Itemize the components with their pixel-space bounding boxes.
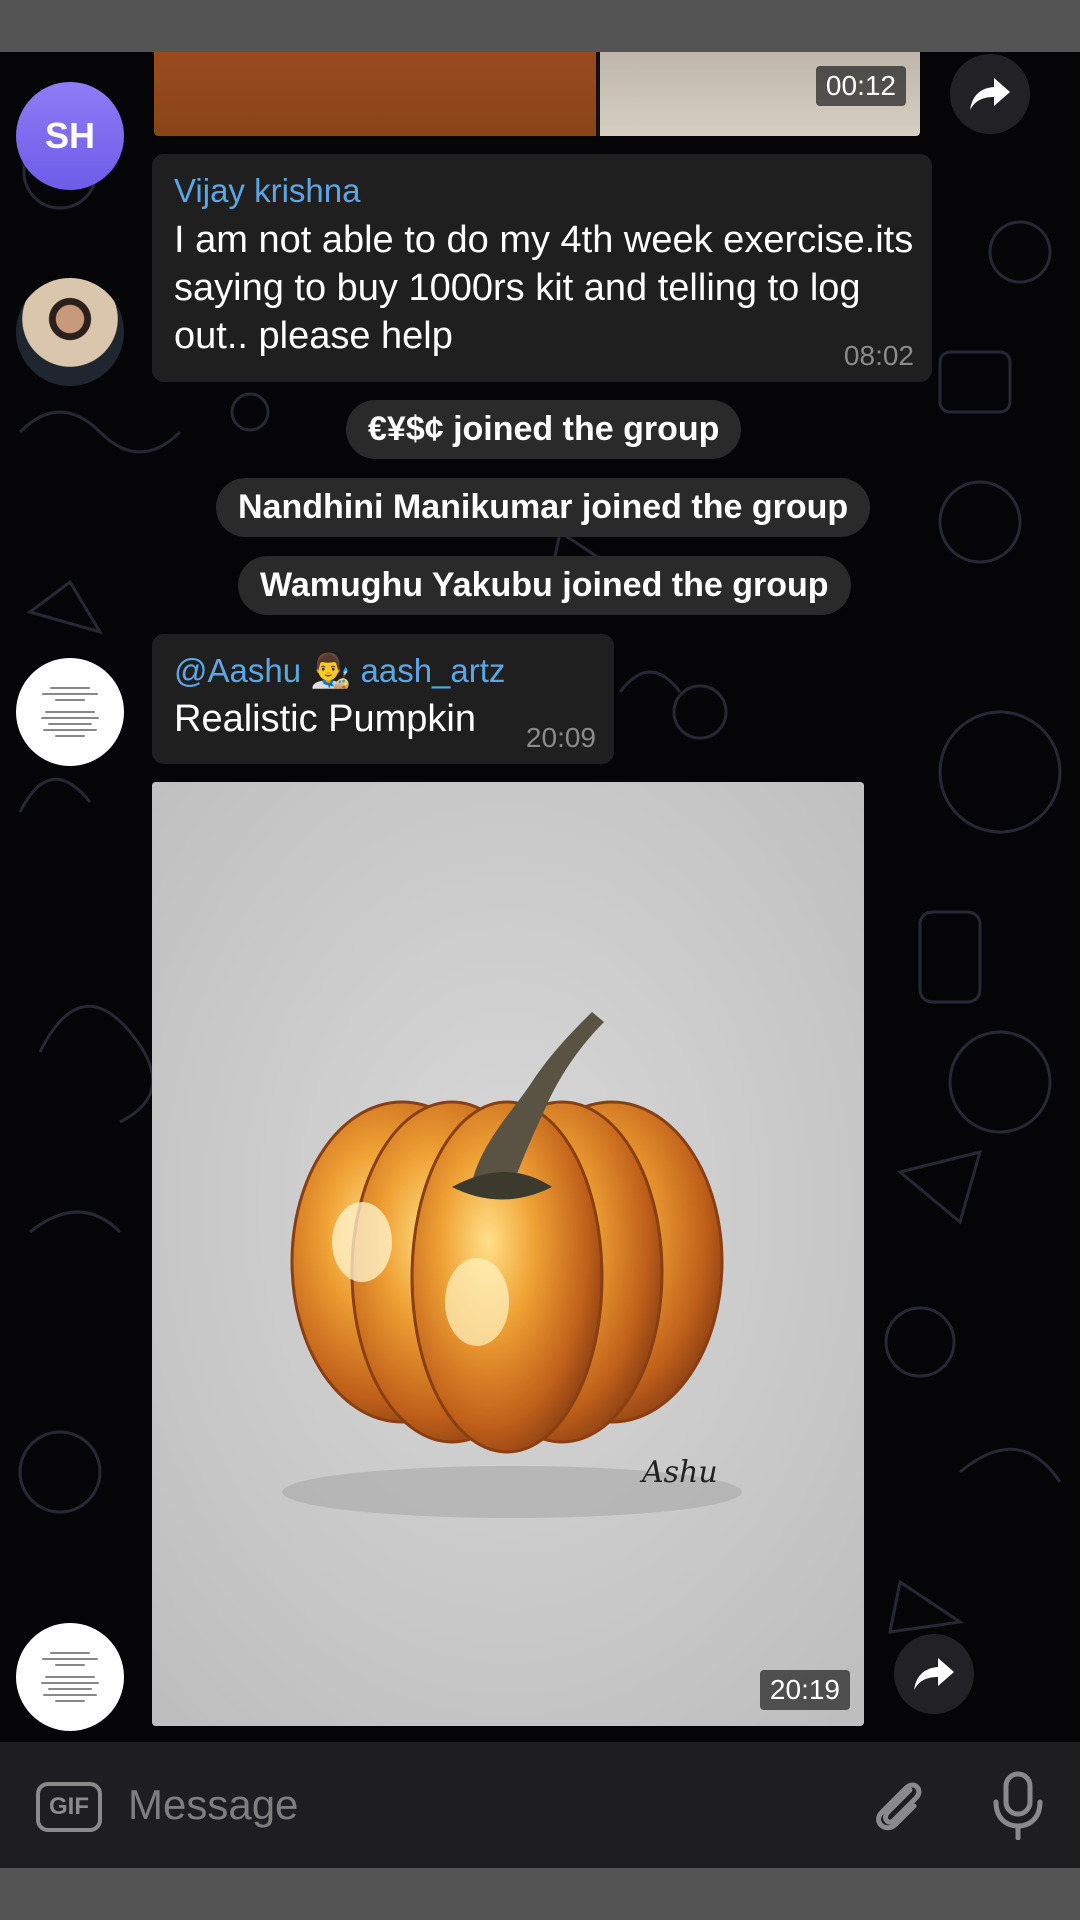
service-message: €¥$¢ joined the group (346, 400, 742, 459)
message-bubble[interactable]: Vijay krishna I am not able to do my 4th… (152, 154, 932, 382)
service-message: Wamughu Yakubu joined the group (238, 556, 851, 615)
pumpkin-drawing-image: Ashu (152, 782, 864, 1726)
attach-icon[interactable] (866, 1772, 932, 1838)
navigation-bar (0, 1868, 1080, 1920)
message-composer: GIF (0, 1742, 1080, 1868)
mic-icon[interactable] (988, 1770, 1048, 1840)
photo-message[interactable]: Ashu 20:19 (152, 782, 864, 1726)
video-thumbnail-left (154, 52, 596, 136)
service-message: Nandhini Manikumar joined the group (216, 478, 871, 537)
avatar-vijay[interactable] (16, 278, 124, 386)
forward-icon (914, 1658, 954, 1690)
forward-icon (970, 78, 1010, 110)
message-time: 20:09 (525, 722, 596, 753)
gif-icon[interactable]: GIF (36, 1782, 102, 1832)
message-text: I am not able to do my 4th week exercise… (174, 219, 914, 357)
forward-button[interactable] (894, 1634, 974, 1714)
video-message[interactable]: 00:12 (154, 52, 920, 136)
status-bar (0, 0, 1080, 52)
artist-signature: Ashu (639, 1455, 718, 1490)
sender-name[interactable]: @Aashu 👨‍🎨 aash_artz (174, 652, 592, 691)
forward-button[interactable] (950, 54, 1030, 134)
message-time: 08:02 (843, 340, 914, 371)
chat-area[interactable]: 00:12 SH Vijay krishna I am not able to … (0, 52, 1080, 1742)
video-duration: 00:12 (815, 66, 906, 106)
avatar-sh[interactable]: SH (16, 82, 124, 190)
message-bubble[interactable]: @Aashu 👨‍🎨 aash_artz Realistic Pumpkin 2… (152, 634, 614, 764)
video-thumbnail-right: 00:12 (600, 52, 920, 136)
message-input[interactable] (128, 1772, 828, 1838)
sender-name[interactable]: Vijay krishna (174, 172, 910, 210)
avatar-aashu[interactable] (16, 1623, 124, 1731)
avatar-aashu[interactable] (16, 658, 124, 766)
photo-time: 20:19 (759, 1670, 850, 1710)
